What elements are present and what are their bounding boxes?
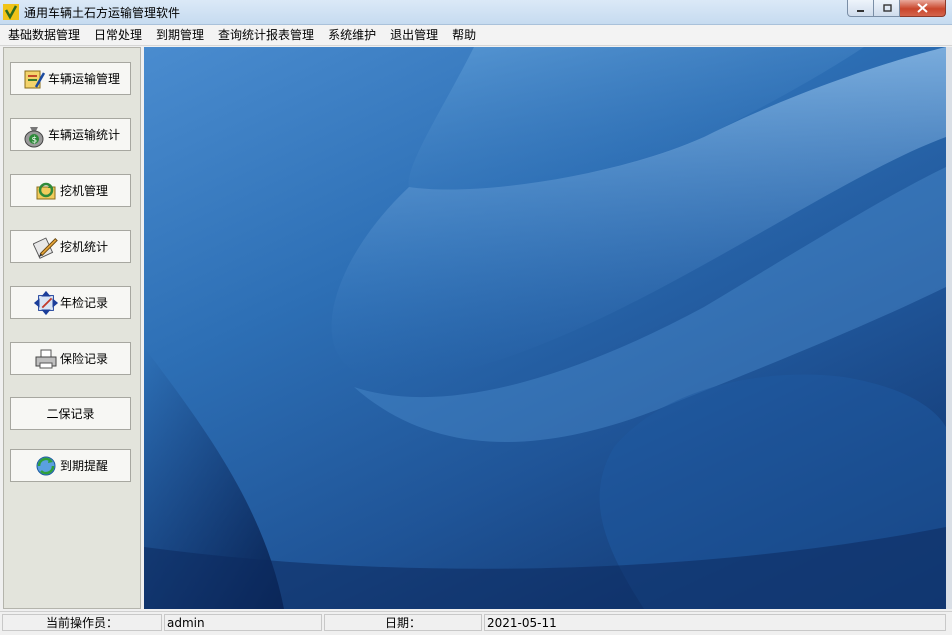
date-label: 日期： (324, 614, 482, 631)
window-title: 通用车辆土石方运输管理软件 (24, 6, 181, 20)
resize-arrows-icon (33, 290, 59, 316)
annual-inspection-record-button[interactable]: 年检记录 (10, 286, 131, 319)
excavator-statistics-button[interactable]: 挖机统计 (10, 230, 131, 263)
operator-label: 当前操作员： (2, 614, 162, 631)
menu-exit[interactable]: 退出管理 (383, 25, 445, 45)
app-logo-icon (3, 4, 19, 20)
menu-system-maintenance[interactable]: 系统维护 (321, 25, 383, 45)
refresh-globe-icon (33, 453, 59, 479)
operator-value: admin (164, 614, 322, 631)
folder-edit-icon (21, 66, 47, 92)
minimize-button[interactable] (847, 0, 874, 17)
menu-expiry-management[interactable]: 到期管理 (149, 25, 211, 45)
maximize-button[interactable] (874, 0, 900, 17)
sidebar-button-label: 年检记录 (59, 296, 108, 310)
secondary-maintenance-record-button[interactable]: 二保记录 (10, 397, 131, 430)
vehicle-transport-statistics-button[interactable]: $ 车辆运输统计 (10, 118, 131, 151)
window-edge (946, 47, 952, 609)
menu-basic-data[interactable]: 基础数据管理 (0, 25, 87, 45)
sidebar-button-label: 到期提醒 (59, 459, 108, 473)
refresh-folder-icon (33, 178, 59, 204)
menu-help[interactable]: 帮助 (445, 25, 483, 45)
sidebar-button-label: 保险记录 (59, 352, 108, 366)
minimize-icon (857, 9, 864, 12)
wallpaper-image (144, 47, 946, 609)
sidebar-button-label: 挖机管理 (59, 184, 108, 198)
restore-icon (882, 3, 892, 12)
insurance-record-button[interactable]: 保险记录 (10, 342, 131, 375)
title-bar: 通用车辆土石方运输管理软件 (0, 0, 952, 25)
close-button[interactable] (900, 0, 946, 17)
pencil-edit-icon (32, 234, 59, 260)
date-value: 2021-05-11 (484, 614, 946, 631)
menu-bar: 基础数据管理 日常处理 到期管理 查询统计报表管理 系统维护 退出管理 帮助 (0, 25, 952, 46)
sidebar-button-label: 二保记录 (46, 407, 95, 421)
window-controls (847, 0, 946, 18)
printer-icon (33, 346, 59, 372)
menu-query-reports[interactable]: 查询统计报表管理 (211, 25, 321, 45)
main-workspace (144, 47, 946, 609)
menu-daily-processing[interactable]: 日常处理 (87, 25, 149, 45)
vehicle-transport-management-button[interactable]: 车辆运输管理 (10, 62, 131, 95)
money-bag-icon: $ (21, 122, 47, 148)
status-bar: 当前操作员： admin 日期： 2021-05-11 (0, 611, 952, 635)
sidebar-button-label: 挖机统计 (59, 240, 108, 254)
excavator-management-button[interactable]: 挖机管理 (10, 174, 131, 207)
sidebar: 车辆运输管理 $ 车辆运输统计 挖机管理 挖机统计 年检记录 保险记录 二保记录 (3, 47, 141, 609)
expiry-reminder-button[interactable]: 到期提醒 (10, 449, 131, 482)
sidebar-button-label: 车辆运输统计 (47, 128, 120, 142)
sidebar-button-label: 车辆运输管理 (47, 72, 120, 86)
svg-text:$: $ (31, 135, 37, 145)
close-icon (917, 3, 928, 13)
